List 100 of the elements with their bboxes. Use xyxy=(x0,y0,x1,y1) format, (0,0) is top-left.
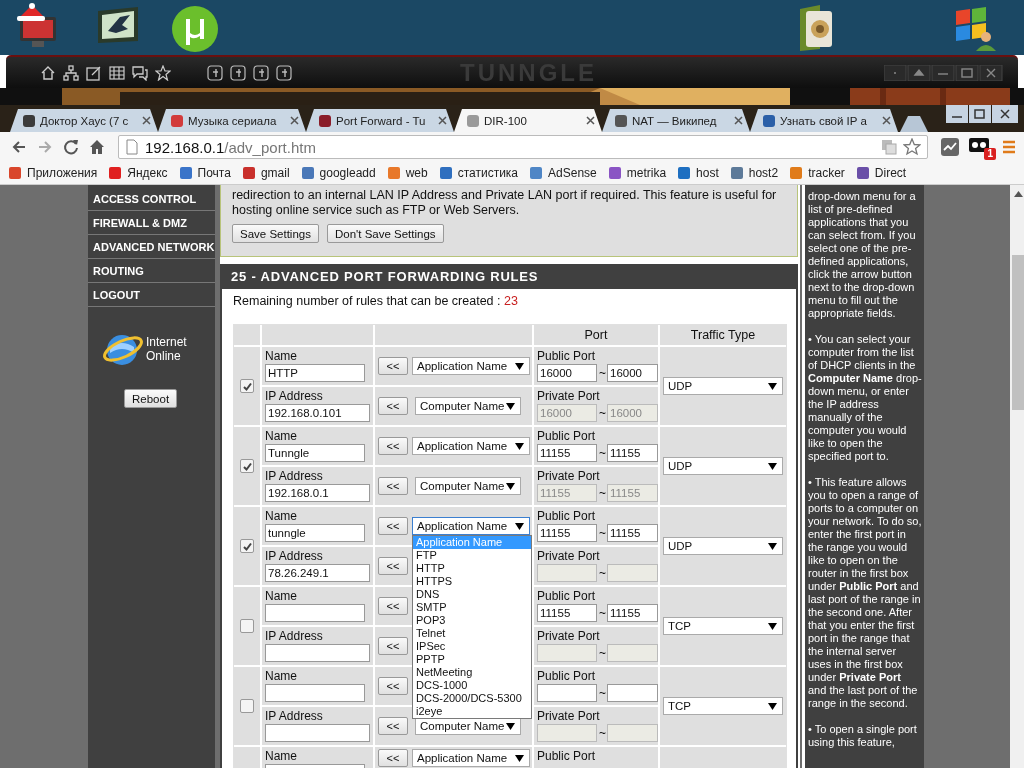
copy-button[interactable]: << xyxy=(378,517,408,535)
nav-item[interactable]: ROUTING xyxy=(88,259,215,283)
dropdown-option[interactable]: i2eye xyxy=(413,705,531,718)
close-icon[interactable] xyxy=(142,116,151,125)
select-field[interactable]: TCP xyxy=(663,617,783,635)
close-icon[interactable] xyxy=(290,116,299,125)
browser-tab[interactable]: Port Forward - Tu xyxy=(306,109,454,132)
input-field[interactable]: 11155 xyxy=(537,444,597,462)
select-field[interactable]: Application Name xyxy=(412,357,530,375)
dropdown-option[interactable]: PPTP xyxy=(413,653,531,666)
checkbox[interactable] xyxy=(240,699,254,713)
copy-button[interactable]: << xyxy=(378,677,408,695)
window-controls-icon[interactable] xyxy=(946,105,1018,125)
input-field[interactable]: 11155 xyxy=(607,604,658,622)
input-field[interactable] xyxy=(537,684,597,702)
input-field[interactable] xyxy=(607,644,658,662)
scrollbar[interactable] xyxy=(1010,185,1024,768)
dropdown-option[interactable]: HTTPS xyxy=(413,575,531,588)
input-field[interactable]: 192.168.0.1 xyxy=(265,484,370,502)
scrollbar-thumb[interactable] xyxy=(1012,255,1024,410)
dropdown-option[interactable]: IPSec xyxy=(413,640,531,653)
input-field[interactable] xyxy=(607,724,658,742)
nav-item[interactable]: ACCESS CONTROL xyxy=(88,187,215,211)
close-icon[interactable] xyxy=(882,116,891,125)
select-field[interactable]: Application Name xyxy=(412,749,530,767)
close-icon[interactable] xyxy=(586,116,595,125)
grid-icon[interactable] xyxy=(109,64,125,81)
dropdown-option[interactable]: DCS-2000/DCS-5300 xyxy=(413,692,531,705)
copy-button[interactable]: << xyxy=(378,357,408,375)
input-field[interactable]: 11155 xyxy=(537,604,597,622)
new-tab-button[interactable] xyxy=(900,116,928,132)
social-icon[interactable] xyxy=(230,64,246,81)
browser-tab[interactable]: Узнать свой IP а xyxy=(750,109,898,132)
copy-button[interactable]: << xyxy=(378,397,408,415)
bookmark[interactable]: AdSense xyxy=(529,166,597,180)
input-field[interactable]: 16000 xyxy=(607,364,658,382)
dropdown-option[interactable]: Telnet xyxy=(413,627,531,640)
copy-button[interactable]: << xyxy=(378,597,408,615)
input-field[interactable]: 78.26.249.1 xyxy=(265,564,370,582)
copy-button[interactable]: << xyxy=(378,749,408,767)
chart-icon[interactable] xyxy=(940,137,960,157)
bookmark[interactable]: web xyxy=(386,166,428,180)
nav-item[interactable]: ADVANCED NETWORK xyxy=(88,235,215,259)
checkbox[interactable] xyxy=(240,459,254,473)
scroll-up-icon[interactable] xyxy=(1013,191,1023,197)
star-icon[interactable] xyxy=(903,138,921,156)
address-bar[interactable]: 192.168.0.1/adv_port.htm xyxy=(118,135,928,159)
close-icon[interactable] xyxy=(438,116,447,125)
bookmark[interactable]: host xyxy=(677,166,719,180)
input-field[interactable] xyxy=(265,644,370,662)
select-field[interactable]: Computer Name xyxy=(415,397,521,415)
browser-tab[interactable]: NAT — Википед xyxy=(602,109,750,132)
close-icon[interactable] xyxy=(734,116,743,125)
bookmark[interactable]: host2 xyxy=(729,166,779,180)
bookmark[interactable]: Direct xyxy=(855,166,907,180)
select-field[interactable]: Application Name xyxy=(412,517,530,535)
bookmark[interactable]: googleadd xyxy=(300,166,376,180)
home-icon[interactable] xyxy=(88,138,106,156)
bookmark[interactable]: Приложения xyxy=(8,166,98,180)
settings-button[interactable]: Save Settings xyxy=(232,224,319,243)
social-icon[interactable] xyxy=(253,64,269,81)
input-field[interactable] xyxy=(607,564,658,582)
input-field[interactable]: 192.168.0.101 xyxy=(265,404,370,422)
checkbox[interactable] xyxy=(240,379,254,393)
bookmark[interactable]: Почта xyxy=(178,166,231,180)
browser-tab[interactable]: Доктор Хаус (7 с xyxy=(10,109,158,132)
input-field[interactable]: 11155 xyxy=(607,444,658,462)
nav-item[interactable]: FIREWALL & DMZ xyxy=(88,211,215,235)
dropdown-option[interactable]: POP3 xyxy=(413,614,531,627)
select-field[interactable]: UDP xyxy=(663,537,783,555)
social-icon[interactable] xyxy=(207,64,223,81)
browser-tab[interactable]: Музыка сериала xyxy=(158,109,306,132)
input-field[interactable]: Tunngle xyxy=(265,444,365,462)
checkbox[interactable] xyxy=(240,539,254,553)
input-field[interactable] xyxy=(607,684,658,702)
home-icon[interactable] xyxy=(40,64,56,81)
edit-icon[interactable] xyxy=(86,64,102,81)
copy-button[interactable]: << xyxy=(378,437,408,455)
select-field[interactable]: UDP xyxy=(663,377,783,395)
select-field[interactable]: TCP xyxy=(663,697,783,715)
input-field[interactable] xyxy=(537,724,597,742)
input-field[interactable] xyxy=(265,684,365,702)
input-field[interactable] xyxy=(537,644,597,662)
input-field[interactable] xyxy=(265,724,370,742)
select-field[interactable]: Application Name xyxy=(412,437,530,455)
input-field[interactable]: 11155 xyxy=(537,524,597,542)
star-icon[interactable] xyxy=(155,64,171,81)
folder-speaker-icon[interactable] xyxy=(798,3,834,53)
dropdown-option[interactable]: FTP xyxy=(413,549,531,562)
settings-button[interactable]: Don't Save Settings xyxy=(326,224,444,243)
input-field[interactable]: 16000 xyxy=(537,364,597,382)
input-field[interactable]: HTTP xyxy=(265,364,365,382)
checkbox[interactable] xyxy=(240,619,254,633)
reboot-button[interactable]: Reboot xyxy=(124,389,178,408)
browser-tab[interactable]: DIR-100 xyxy=(454,109,602,132)
select-field[interactable]: Computer Name xyxy=(415,477,521,495)
bookmark[interactable]: gmail xyxy=(241,166,290,180)
menu-icon[interactable] xyxy=(1000,138,1018,156)
bookmark[interactable]: Яндекс xyxy=(108,166,168,180)
bookmark[interactable]: статистика xyxy=(438,166,519,180)
